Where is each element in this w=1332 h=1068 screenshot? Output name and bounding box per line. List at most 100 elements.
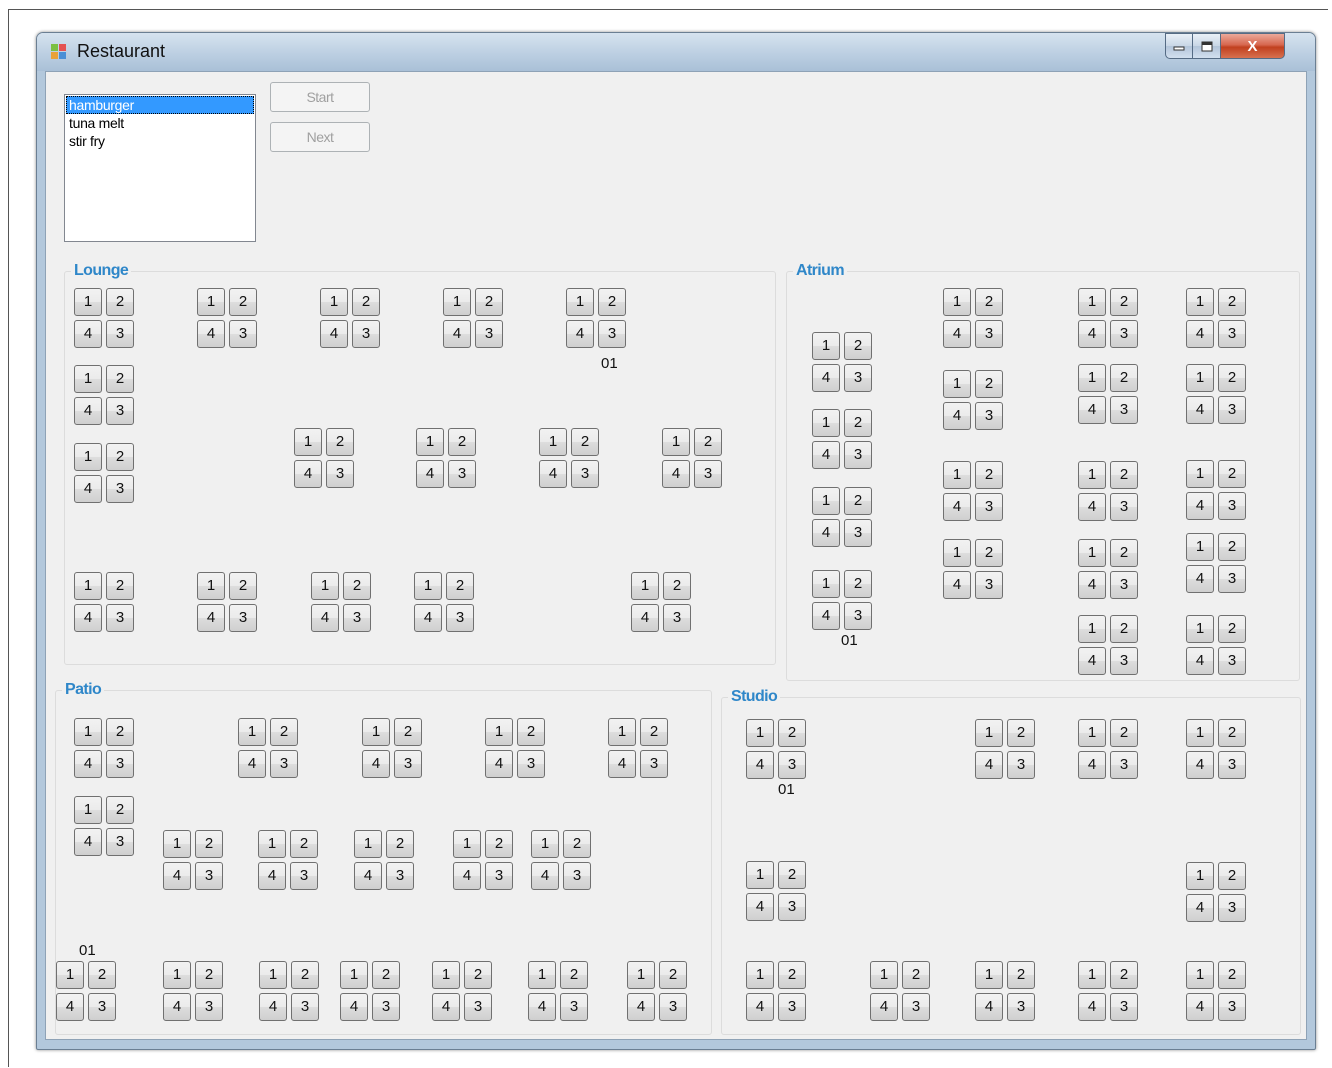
seat-3-button[interactable]: 3 — [1110, 493, 1138, 521]
seat-4-button[interactable]: 4 — [74, 750, 102, 778]
seat-2-button[interactable]: 2 — [640, 718, 668, 746]
seat-1-button[interactable]: 1 — [163, 961, 191, 989]
seat-2-button[interactable]: 2 — [195, 830, 223, 858]
seat-3-button[interactable]: 3 — [975, 320, 1003, 348]
seat-2-button[interactable]: 2 — [229, 572, 257, 600]
seat-1-button[interactable]: 1 — [259, 961, 287, 989]
seat-3-button[interactable]: 3 — [659, 993, 687, 1021]
seat-4-button[interactable]: 4 — [1186, 993, 1214, 1021]
seat-2-button[interactable]: 2 — [560, 961, 588, 989]
seat-3-button[interactable]: 3 — [1218, 993, 1246, 1021]
seat-1-button[interactable]: 1 — [943, 461, 971, 489]
seat-3-button[interactable]: 3 — [372, 993, 400, 1021]
seat-2-button[interactable]: 2 — [975, 461, 1003, 489]
seat-3-button[interactable]: 3 — [106, 828, 134, 856]
seat-2-button[interactable]: 2 — [844, 332, 872, 360]
seat-3-button[interactable]: 3 — [195, 993, 223, 1021]
seat-1-button[interactable]: 1 — [746, 719, 774, 747]
seat-3-button[interactable]: 3 — [560, 993, 588, 1021]
menu-listbox[interactable]: hamburger tuna melt stir fry — [64, 94, 256, 242]
next-button[interactable]: Next — [270, 122, 370, 152]
seat-4-button[interactable]: 4 — [432, 993, 460, 1021]
seat-4-button[interactable]: 4 — [1078, 993, 1106, 1021]
seat-4-button[interactable]: 4 — [943, 402, 971, 430]
seat-2-button[interactable]: 2 — [229, 288, 257, 316]
seat-2-button[interactable]: 2 — [475, 288, 503, 316]
seat-2-button[interactable]: 2 — [663, 572, 691, 600]
seat-2-button[interactable]: 2 — [106, 443, 134, 471]
seat-2-button[interactable]: 2 — [290, 830, 318, 858]
seat-1-button[interactable]: 1 — [943, 370, 971, 398]
seat-1-button[interactable]: 1 — [608, 718, 636, 746]
seat-1-button[interactable]: 1 — [74, 796, 102, 824]
seat-4-button[interactable]: 4 — [746, 993, 774, 1021]
seat-4-button[interactable]: 4 — [311, 604, 339, 632]
seat-1-button[interactable]: 1 — [662, 428, 690, 456]
seat-2-button[interactable]: 2 — [1007, 719, 1035, 747]
seat-2-button[interactable]: 2 — [1218, 364, 1246, 392]
seat-4-button[interactable]: 4 — [294, 460, 322, 488]
seat-4-button[interactable]: 4 — [414, 604, 442, 632]
seat-4-button[interactable]: 4 — [746, 893, 774, 921]
seat-4-button[interactable]: 4 — [627, 993, 655, 1021]
seat-4-button[interactable]: 4 — [870, 993, 898, 1021]
seat-1-button[interactable]: 1 — [631, 572, 659, 600]
seat-1-button[interactable]: 1 — [443, 288, 471, 316]
seat-3-button[interactable]: 3 — [1110, 571, 1138, 599]
seat-3-button[interactable]: 3 — [88, 993, 116, 1021]
seat-4-button[interactable]: 4 — [74, 397, 102, 425]
seat-1-button[interactable]: 1 — [56, 961, 84, 989]
seat-2-button[interactable]: 2 — [270, 718, 298, 746]
seat-1-button[interactable]: 1 — [1078, 719, 1106, 747]
seat-3-button[interactable]: 3 — [517, 750, 545, 778]
seat-1-button[interactable]: 1 — [1186, 460, 1214, 488]
seat-3-button[interactable]: 3 — [563, 862, 591, 890]
seat-1-button[interactable]: 1 — [74, 718, 102, 746]
seat-1-button[interactable]: 1 — [258, 830, 286, 858]
seat-3-button[interactable]: 3 — [394, 750, 422, 778]
seat-1-button[interactable]: 1 — [1186, 961, 1214, 989]
close-button[interactable]: X — [1221, 33, 1285, 59]
seat-3-button[interactable]: 3 — [975, 493, 1003, 521]
seat-2-button[interactable]: 2 — [844, 487, 872, 515]
seat-1-button[interactable]: 1 — [1078, 539, 1106, 567]
seat-3-button[interactable]: 3 — [106, 475, 134, 503]
seat-2-button[interactable]: 2 — [1218, 961, 1246, 989]
seat-3-button[interactable]: 3 — [1110, 993, 1138, 1021]
seat-3-button[interactable]: 3 — [778, 993, 806, 1021]
seat-4-button[interactable]: 4 — [416, 460, 444, 488]
seat-1-button[interactable]: 1 — [74, 365, 102, 393]
seat-2-button[interactable]: 2 — [694, 428, 722, 456]
seat-4-button[interactable]: 4 — [662, 460, 690, 488]
seat-3-button[interactable]: 3 — [1110, 751, 1138, 779]
seat-2-button[interactable]: 2 — [571, 428, 599, 456]
seat-2-button[interactable]: 2 — [1110, 288, 1138, 316]
seat-1-button[interactable]: 1 — [1078, 615, 1106, 643]
seat-1-button[interactable]: 1 — [566, 288, 594, 316]
seat-2-button[interactable]: 2 — [844, 409, 872, 437]
seat-3-button[interactable]: 3 — [195, 862, 223, 890]
seat-1-button[interactable]: 1 — [414, 572, 442, 600]
seat-4-button[interactable]: 4 — [608, 750, 636, 778]
seat-1-button[interactable]: 1 — [975, 961, 1003, 989]
seat-1-button[interactable]: 1 — [320, 288, 348, 316]
seat-2-button[interactable]: 2 — [106, 796, 134, 824]
seat-2-button[interactable]: 2 — [778, 861, 806, 889]
seat-4-button[interactable]: 4 — [812, 364, 840, 392]
seat-4-button[interactable]: 4 — [238, 750, 266, 778]
seat-4-button[interactable]: 4 — [1078, 571, 1106, 599]
seat-4-button[interactable]: 4 — [812, 519, 840, 547]
seat-2-button[interactable]: 2 — [975, 370, 1003, 398]
seat-4-button[interactable]: 4 — [74, 475, 102, 503]
seat-3-button[interactable]: 3 — [326, 460, 354, 488]
seat-2-button[interactable]: 2 — [106, 572, 134, 600]
seat-1-button[interactable]: 1 — [539, 428, 567, 456]
seat-2-button[interactable]: 2 — [372, 961, 400, 989]
seat-1-button[interactable]: 1 — [1186, 719, 1214, 747]
seat-2-button[interactable]: 2 — [975, 288, 1003, 316]
seat-4-button[interactable]: 4 — [258, 862, 286, 890]
seat-3-button[interactable]: 3 — [1110, 647, 1138, 675]
seat-4-button[interactable]: 4 — [539, 460, 567, 488]
seat-2-button[interactable]: 2 — [778, 961, 806, 989]
seat-3-button[interactable]: 3 — [343, 604, 371, 632]
